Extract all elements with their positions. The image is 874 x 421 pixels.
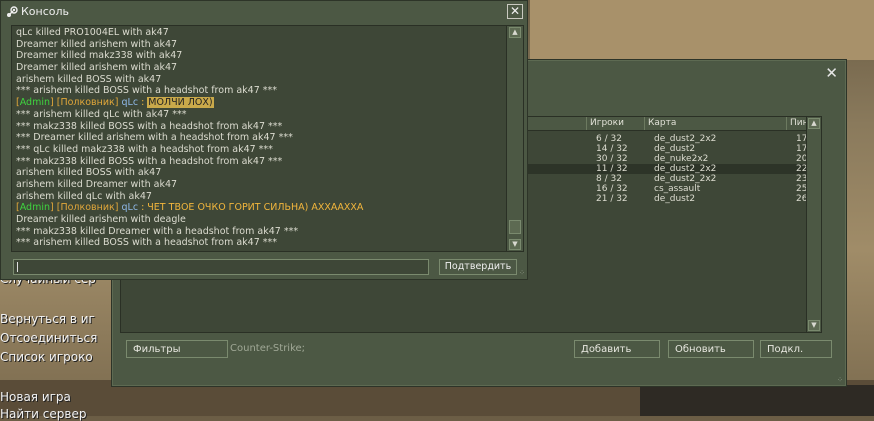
scroll-up-icon[interactable]: ▲ [808, 118, 820, 129]
console-line: *** arishem killed BOSS with a headshot … [16, 85, 278, 97]
player-name: qLc [121, 202, 139, 214]
filter-summary: Counter-Strike; [230, 343, 306, 354]
console-line: Dreamer killed makz338 with ak47 [16, 50, 183, 62]
player-name: qLc [121, 97, 139, 109]
console-line: *** arishem killed BOSS with a headshot … [16, 237, 278, 249]
scroll-down-icon[interactable]: ▼ [509, 239, 521, 250]
server-cell-players: 11 / 32 [596, 164, 628, 174]
console-line: arishem killed Dreamer with ak47 [16, 178, 178, 190]
console-line: *** Dreamer killed arishem with a headsh… [16, 132, 293, 144]
chat-separator: : [138, 202, 148, 214]
resize-grip-icon[interactable]: ⁘ [837, 376, 843, 384]
console-line: Dreamer killed arishem with ak47 [16, 62, 178, 74]
submit-button[interactable]: Подтвердить [439, 259, 517, 275]
console-title: Консоль [21, 5, 70, 18]
menu-item-disconnect[interactable]: Отсоединиться [0, 331, 97, 345]
refresh-button[interactable]: Обновить [668, 340, 754, 358]
menu-item-find-server[interactable]: Найти сервер [0, 407, 86, 421]
scroll-down-icon[interactable]: ▼ [808, 320, 820, 331]
chat-message: ЧЕТ ТВОЕ ОЧКО ГОРИТ СИЛЬНА) АХХААХХА [147, 202, 364, 214]
connect-button[interactable]: Подкл. [760, 340, 832, 358]
rank-tag: Полковник [60, 97, 115, 109]
chat-separator: : [138, 97, 148, 109]
console-line: Dreamer killed arishem with ak47 [16, 38, 178, 50]
server-cell-players: 6 / 32 [596, 134, 622, 144]
text-caret [17, 262, 18, 272]
server-cell-map: cs_assault [654, 184, 701, 194]
admin-tag: Admin [19, 202, 50, 214]
console-line: *** makz338 killed Dreamer with a headsh… [16, 225, 299, 237]
server-cell-map: de_dust2_2x2 [654, 164, 717, 174]
console-line: *** arishem killed qLc with ak47 *** [16, 108, 187, 120]
console-line: arishem killed BOSS with ak47 [16, 167, 162, 179]
console-input[interactable] [13, 259, 429, 275]
server-cell-players: 14 / 32 [596, 144, 628, 154]
server-list-scrollbar[interactable]: ▲ ▼ [806, 117, 821, 332]
console-scrollbar[interactable]: ▲ ▼ [506, 26, 523, 251]
server-cell-map: de_dust2_2x2 [654, 174, 717, 184]
steam-icon [7, 6, 18, 17]
background-object [640, 385, 874, 416]
close-icon[interactable]: ✕ [507, 4, 523, 19]
column-header-players[interactable]: Игроки [586, 117, 644, 130]
scroll-up-icon[interactable]: ▲ [509, 27, 521, 38]
console-line: *** qLc killed makz338 with a headshot f… [16, 143, 273, 155]
chat-message: МОЛЧИ ЛОХ) [147, 97, 214, 109]
server-cell-players: 21 / 32 [596, 194, 628, 204]
rank-tag: Полковник [60, 202, 115, 214]
console-line: *** makz338 killed BOSS with a headshot … [16, 120, 283, 132]
server-cell-players: 8 / 32 [596, 174, 622, 184]
menu-item-new-game[interactable]: Новая игра [0, 390, 71, 404]
scroll-thumb[interactable] [509, 220, 521, 234]
server-cell-players: 30 / 32 [596, 154, 628, 164]
admin-tag: Admin [19, 97, 50, 109]
console-line: Dreamer killed arishem with deagle [16, 214, 186, 225]
menu-item-player-list[interactable]: Список игроко [0, 350, 93, 364]
background-wall [530, 0, 874, 60]
menu-item-resume[interactable]: Вернуться в иг [0, 312, 95, 326]
console-line: arishem killed qLc with ak47 [16, 190, 152, 202]
console-line: *** makz338 killed BOSS with a headshot … [16, 155, 283, 167]
console-line: qLc killed PRO1004EL with ak47 [16, 27, 169, 38]
server-cell-map: de_nuke2x2 [654, 154, 709, 164]
add-server-button[interactable]: Добавить [574, 340, 660, 358]
server-cell-map: de_dust2 [654, 194, 696, 204]
console-log: qLc killed PRO1004EL with ak47 Dreamer ki… [11, 25, 524, 252]
console-line: [Admin] [Полковник] qLc : МОЛЧИ ЛОХ) [16, 97, 214, 109]
console-line: [Admin] [Полковник] qLc : ЧЕТ ТВОЕ ОЧКО … [16, 202, 364, 214]
filters-button[interactable]: Фильтры [126, 340, 228, 358]
column-header-map[interactable]: Карта [644, 117, 786, 130]
console-line: arishem killed BOSS with ak47 [16, 73, 162, 85]
console-title-bar[interactable]: Консоль ✕ [1, 1, 527, 23]
resize-grip-icon[interactable]: ⁘ [519, 269, 525, 277]
server-cell-map: de_dust2_2x2 [654, 134, 717, 144]
server-cell-players: 16 / 32 [596, 184, 628, 194]
close-icon[interactable]: ✕ [825, 64, 838, 82]
server-cell-map: de_dust2 [654, 144, 696, 154]
console-window: Консоль ✕ qLc killed PRO1004EL with ak47… [0, 0, 528, 280]
